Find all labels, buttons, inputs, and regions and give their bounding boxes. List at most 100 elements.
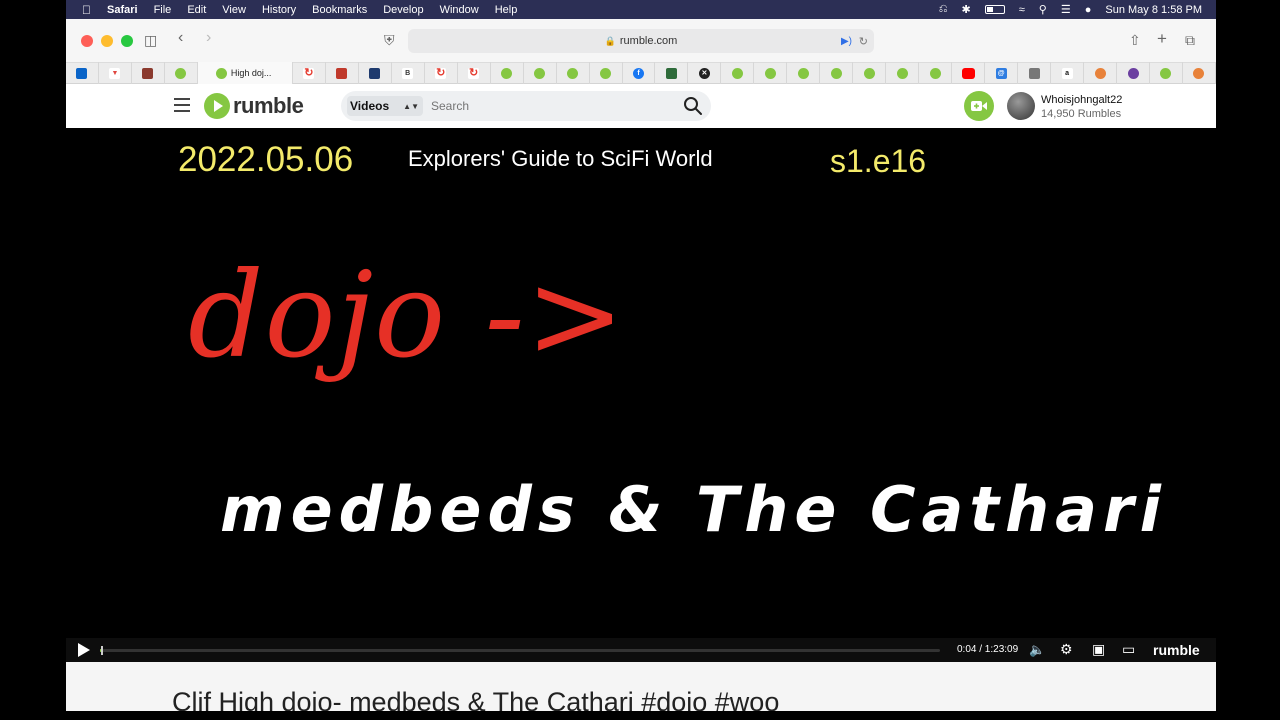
refresh-icon: ↻ [468,66,480,79]
share-icon[interactable]: ⇧ [1129,32,1141,49]
new-tab-icon[interactable]: + [1157,29,1167,49]
video-player[interactable]: 2022.05.06 Explorers' Guide to SciFi Wor… [66,128,1216,662]
fav-youtube[interactable] [952,62,986,84]
fav-refresh[interactable]: ↻ [293,62,326,84]
player-brand[interactable]: rumble [1153,642,1200,658]
upload-video-button[interactable] [964,91,994,121]
apple-icon[interactable]:  [82,3,91,17]
fav-bot[interactable]: B [392,62,425,84]
zoom-window-button[interactable] [121,34,133,47]
fav-rumble-2[interactable] [491,62,524,84]
fav-times[interactable] [359,62,392,84]
vivaldi-icon: ▼ [109,67,121,79]
menu-file[interactable]: File [154,4,172,16]
menu-app-name[interactable]: Safari [107,4,138,16]
theater-mode-icon[interactable]: ▣ [1092,641,1105,658]
menu-edit[interactable]: Edit [187,4,206,16]
fav-mail[interactable]: @ [985,62,1019,84]
search-icon[interactable] [683,96,703,116]
video-controls: 0:04 / 1:23:09 🔈 ⚙ ▣ ▭ rumble [66,638,1216,662]
video-episode-text: s1.e16 [830,143,927,179]
fav-rumble-6[interactable] [721,62,755,84]
address-bar[interactable]: 🔒 rumble.com ▶) ↻ [408,29,874,53]
play-icon[interactable] [78,643,90,657]
video-title-area: Clif High dojo- medbeds & The Cathari #d… [66,662,1216,711]
video-subtitle-text: medbeds & The Cathari [220,473,1167,546]
fav-app-2[interactable] [655,62,689,84]
menubar-clock[interactable]: Sun May 8 1:58 PM [1105,4,1202,16]
fav-calculator[interactable] [1018,62,1052,84]
airpods-icon[interactable]: ⎌ [939,3,948,16]
menu-view[interactable]: View [222,4,246,16]
search-category-select[interactable]: Videos ▲▼ [347,96,423,116]
fav-outlook[interactable] [66,62,99,84]
progress-handle[interactable] [100,646,103,655]
user-avatar[interactable] [1007,92,1035,120]
bluetooth-icon[interactable]: ✱ [962,3,971,16]
rumble-logo[interactable]: rumble [204,93,304,119]
rumble-icon [501,67,513,79]
tab-overview-icon[interactable]: ⧉ [1185,32,1195,49]
fav-amazon[interactable]: a [1051,62,1085,84]
close-window-button[interactable] [81,34,93,47]
hamburger-menu-icon[interactable] [174,98,190,116]
fav-rumble-10[interactable] [853,62,887,84]
fullscreen-icon[interactable]: ▭ [1122,641,1135,658]
fav-refresh-3[interactable]: ↻ [458,62,491,84]
fav-rumble-7[interactable] [754,62,788,84]
forward-icon[interactable]: › [206,29,211,47]
sidebar-toggle-icon[interactable]: ◫ [144,32,157,49]
rumble-logo-text: rumble [233,93,304,118]
privacy-shield-icon[interactable]: ⛨ [384,32,395,49]
fav-app[interactable] [132,62,165,84]
menu-bookmarks[interactable]: Bookmarks [312,4,367,16]
progress-bar[interactable] [100,646,940,655]
battery-icon[interactable] [984,5,1005,14]
rumble-icon [567,67,579,79]
menu-help[interactable]: Help [495,4,518,16]
spotlight-icon[interactable]: ⚲ [1039,3,1047,16]
fav-app-3[interactable] [1084,62,1118,84]
refresh-icon: ↻ [435,66,447,79]
fav-rumble-8[interactable] [787,62,821,84]
menu-window[interactable]: Window [440,4,479,16]
search-category-value: Videos [350,99,390,113]
reload-icon[interactable]: ↻ [859,35,868,48]
rumble-icon [215,67,227,79]
fav-rumble-13[interactable] [1150,62,1183,84]
rumble-icon [534,67,546,79]
rumble-icon [764,67,776,79]
fav-xbox[interactable]: ✕ [688,62,722,84]
back-icon[interactable]: ‹ [178,29,183,47]
rumble-icon [830,67,842,79]
siri-icon[interactable]: ● [1085,4,1092,16]
fav-news[interactable] [326,62,359,84]
menu-history[interactable]: History [262,4,296,16]
tab-active[interactable]: High doj... [197,62,293,84]
volume-icon[interactable]: 🔈 [1029,642,1045,658]
search-input[interactable] [431,99,671,113]
control-center-icon[interactable]: ☰ [1061,3,1071,16]
fav-app-4[interactable] [1117,62,1150,84]
fav-app-5[interactable] [1183,62,1216,84]
wifi-icon[interactable]: ≈ [1019,4,1025,16]
fav-rumble-12[interactable] [919,62,953,84]
settings-gear-icon[interactable]: ⚙ [1060,641,1073,658]
minimize-window-button[interactable] [101,34,113,47]
fav-rumble-3[interactable] [524,62,557,84]
fav-rumble-9[interactable] [820,62,854,84]
fav-rumble-5[interactable] [590,62,623,84]
fav-rumble-11[interactable] [886,62,920,84]
menu-develop[interactable]: Develop [383,4,423,16]
speaker-icon[interactable]: ▶) [841,36,852,47]
user-rumbles-count: 14,950 Rumbles [1041,108,1122,120]
fav-vivaldi[interactable]: ▼ [99,62,132,84]
fav-rumble-4[interactable] [557,62,590,84]
fav-refresh-2[interactable]: ↻ [425,62,458,84]
user-info[interactable]: Whoisjohngalt22 14,950 Rumbles [1041,93,1122,121]
macos-menubar:  Safari File Edit View History Bookmark… [66,0,1216,19]
fav-rumble[interactable] [165,62,198,84]
video-series-text: Explorers' Guide to SciFi World [408,146,713,171]
fav-facebook[interactable]: f [623,62,656,84]
news-icon [336,67,348,79]
